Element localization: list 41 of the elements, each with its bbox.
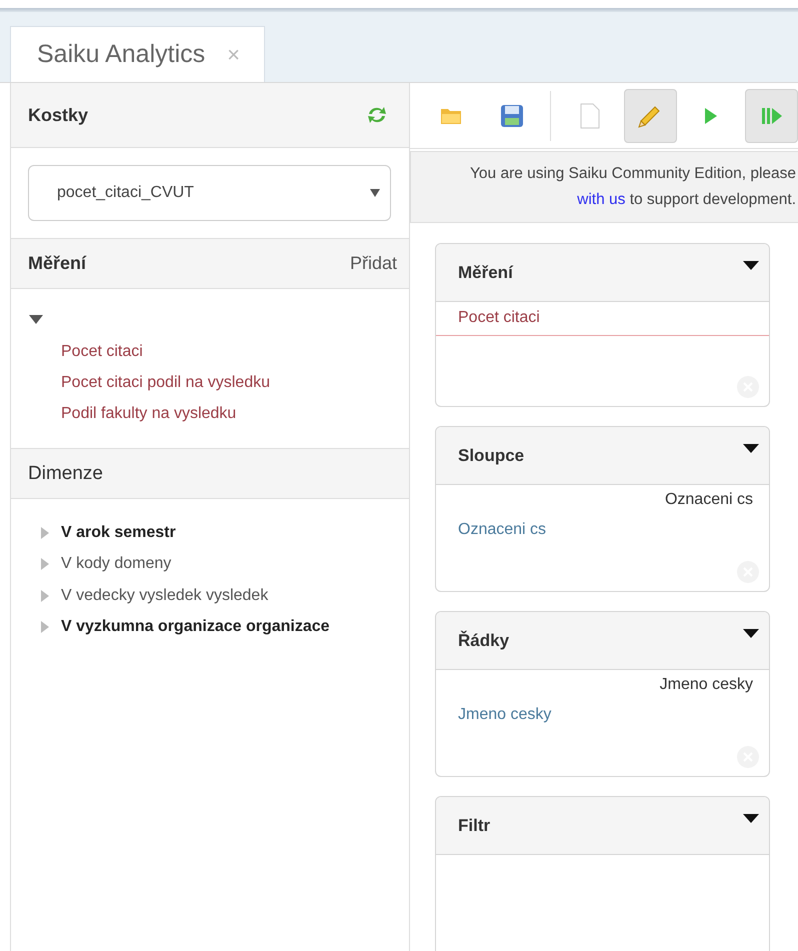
panel-title: Dimenze (28, 462, 103, 484)
caret-icon (370, 189, 380, 197)
dimension-item[interactable]: V vedecky vysledek vysledek (61, 586, 268, 605)
zone-title: Sloupce (458, 446, 524, 466)
hierarchy-label: Oznaceni cs (664, 490, 754, 510)
edition-notice: You are using Saiku Community Edition, please with us to support development. (410, 151, 798, 223)
expand-icon[interactable] (29, 315, 43, 324)
tab[interactable]: Saiku Analytics × (10, 26, 265, 82)
measure-item[interactable]: Pocet citaci (29, 336, 409, 367)
panel-title: Kostky (28, 104, 88, 126)
dimension-item[interactable]: V arok semestr (61, 524, 176, 542)
expand-arrow-icon[interactable] (41, 558, 49, 570)
tab-title: Saiku Analytics (37, 40, 206, 69)
panel-title: Měření (28, 253, 86, 274)
with-us-link[interactable]: with us (577, 191, 626, 208)
dropdown-icon[interactable] (743, 814, 759, 823)
dimension-item[interactable]: V vyzkumna organizace organizace (61, 618, 330, 636)
expand-arrow-icon[interactable] (41, 621, 49, 634)
zone-item[interactable]: Jmeno cesky (436, 702, 769, 728)
folder-icon (440, 106, 462, 124)
zone-title: Filtr (458, 816, 490, 836)
dropdown-icon[interactable] (743, 629, 759, 638)
fast-play-icon (760, 106, 783, 124)
zone-item[interactable]: Oznaceni cs (436, 517, 769, 543)
cube-select[interactable]: pocet_citaci_CVUT (28, 165, 391, 221)
zone-title: Měření (458, 262, 513, 282)
dimension-item[interactable]: V kody domeny (61, 555, 172, 574)
edit-button[interactable] (624, 88, 677, 142)
expand-arrow-icon[interactable] (41, 590, 49, 602)
dropdown-icon[interactable] (743, 261, 759, 270)
hierarchy-label: Jmeno cesky (658, 675, 754, 695)
auto-run-button[interactable] (745, 88, 798, 142)
measure-item[interactable]: Podil fakulty na vysledku (29, 398, 409, 429)
measure-item[interactable]: Pocet citaci podil na vysledku (29, 367, 409, 398)
zone-item[interactable]: Pocet citaci (436, 302, 769, 336)
expand-arrow-icon[interactable] (41, 526, 49, 539)
blank-page-icon (580, 102, 600, 128)
zone-title: Řádky (458, 630, 510, 650)
play-icon (704, 106, 718, 124)
dropdown-icon[interactable] (743, 444, 759, 453)
add-link[interactable]: Přidat (350, 253, 397, 274)
